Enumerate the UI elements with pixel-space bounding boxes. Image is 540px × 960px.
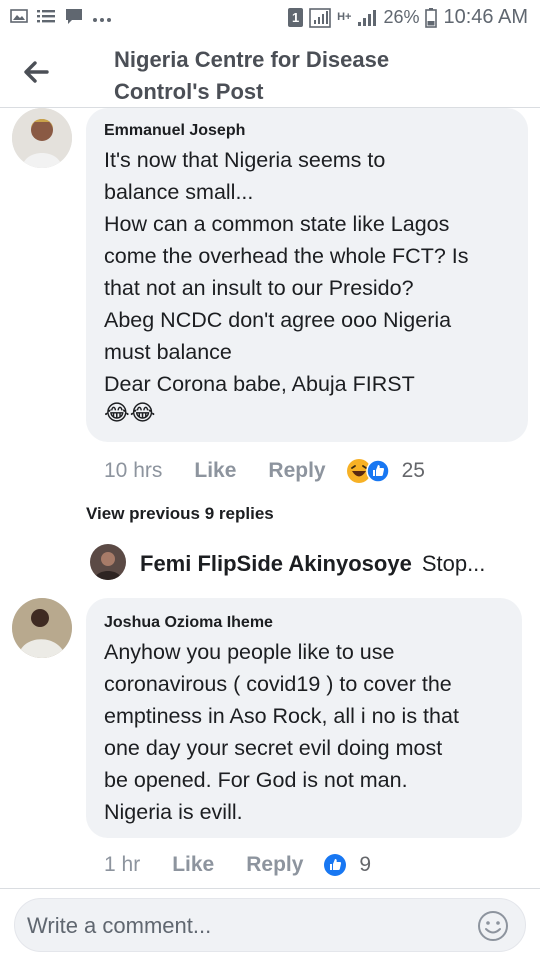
comment-bubble[interactable]: Emmanuel Joseph It's now that Nigeria se…: [86, 108, 528, 442]
status-notifications: [10, 7, 112, 25]
avatar-photo-icon: [12, 598, 72, 658]
battery-icon: [425, 7, 438, 28]
chat-icon: [66, 9, 82, 24]
sim-badge: 1: [288, 8, 304, 27]
comment-text: Anyhow you people like to use coronaviro…: [104, 640, 459, 824]
view-previous-replies-link[interactable]: View previous 9 replies: [86, 504, 274, 524]
avatar[interactable]: [12, 598, 72, 658]
reply-button[interactable]: Reply: [268, 459, 325, 483]
like-button[interactable]: Like: [172, 853, 214, 877]
page-title: Nigeria Centre for Disease Control's Pos…: [114, 47, 390, 104]
comment-input[interactable]: [27, 907, 467, 945]
emoji-icon[interactable]: [477, 910, 509, 942]
status-bar: 1 H+ 26% 10:46 AM: [0, 0, 540, 36]
battery-percent: 26%: [383, 7, 420, 27]
comment-actions: 10 hrs Like Reply 25: [104, 454, 425, 488]
like-button[interactable]: Like: [194, 459, 236, 483]
comment-composer-bar: [0, 888, 540, 960]
comment-composer[interactable]: [14, 898, 526, 952]
comment-author[interactable]: Emmanuel Joseph: [104, 122, 245, 140]
comment-bubble[interactable]: Joshua Ozioma Iheme Anyhow you people li…: [86, 598, 522, 838]
comment-text: It's now that Nigeria seems to balance s…: [104, 148, 469, 396]
comment-actions: 1 hr Like Reply 9: [104, 848, 371, 882]
list-icon: [37, 10, 55, 23]
reaction-icons[interactable]: [323, 853, 347, 877]
like-reaction-icon: [365, 459, 390, 483]
reaction-count[interactable]: 9: [359, 853, 371, 877]
reply-button[interactable]: Reply: [246, 853, 303, 877]
post-header: Nigeria Centre for Disease Control's Pos…: [0, 36, 540, 108]
clock: 10:46 AM: [443, 6, 528, 28]
signal-icon: [309, 7, 331, 28]
image-icon: [10, 9, 28, 23]
avatar[interactable]: [12, 108, 72, 168]
status-indicators: 1 H+ 26% 10:46 AM: [288, 6, 528, 29]
comment-timestamp[interactable]: 1 hr: [104, 853, 140, 877]
back-button[interactable]: [16, 54, 56, 90]
avatar-photo-icon: [90, 544, 126, 580]
signal-bars-icon: [358, 9, 377, 26]
reaction-icons[interactable]: [346, 458, 390, 484]
reply-author[interactable]: Femi FlipSide Akinyosoye: [140, 551, 412, 577]
network-type: H+: [337, 11, 352, 23]
comment-author[interactable]: Joshua Ozioma Iheme: [104, 614, 273, 632]
like-reaction-icon: [324, 854, 347, 876]
comment-timestamp[interactable]: 10 hrs: [104, 459, 162, 483]
comment-emoji: 😂😂: [104, 400, 156, 425]
back-arrow-icon: [24, 61, 49, 83]
more-dots-icon: [93, 18, 111, 22]
avatar-photo-icon: [12, 108, 72, 168]
avatar[interactable]: [90, 544, 126, 580]
reaction-count[interactable]: 25: [402, 459, 425, 483]
comments-feed[interactable]: Emmanuel Joseph It's now that Nigeria se…: [0, 108, 540, 888]
reply-preview[interactable]: Femi FlipSide Akinyosoye Stop...: [140, 548, 485, 580]
reply-text: Stop...: [421, 551, 486, 576]
